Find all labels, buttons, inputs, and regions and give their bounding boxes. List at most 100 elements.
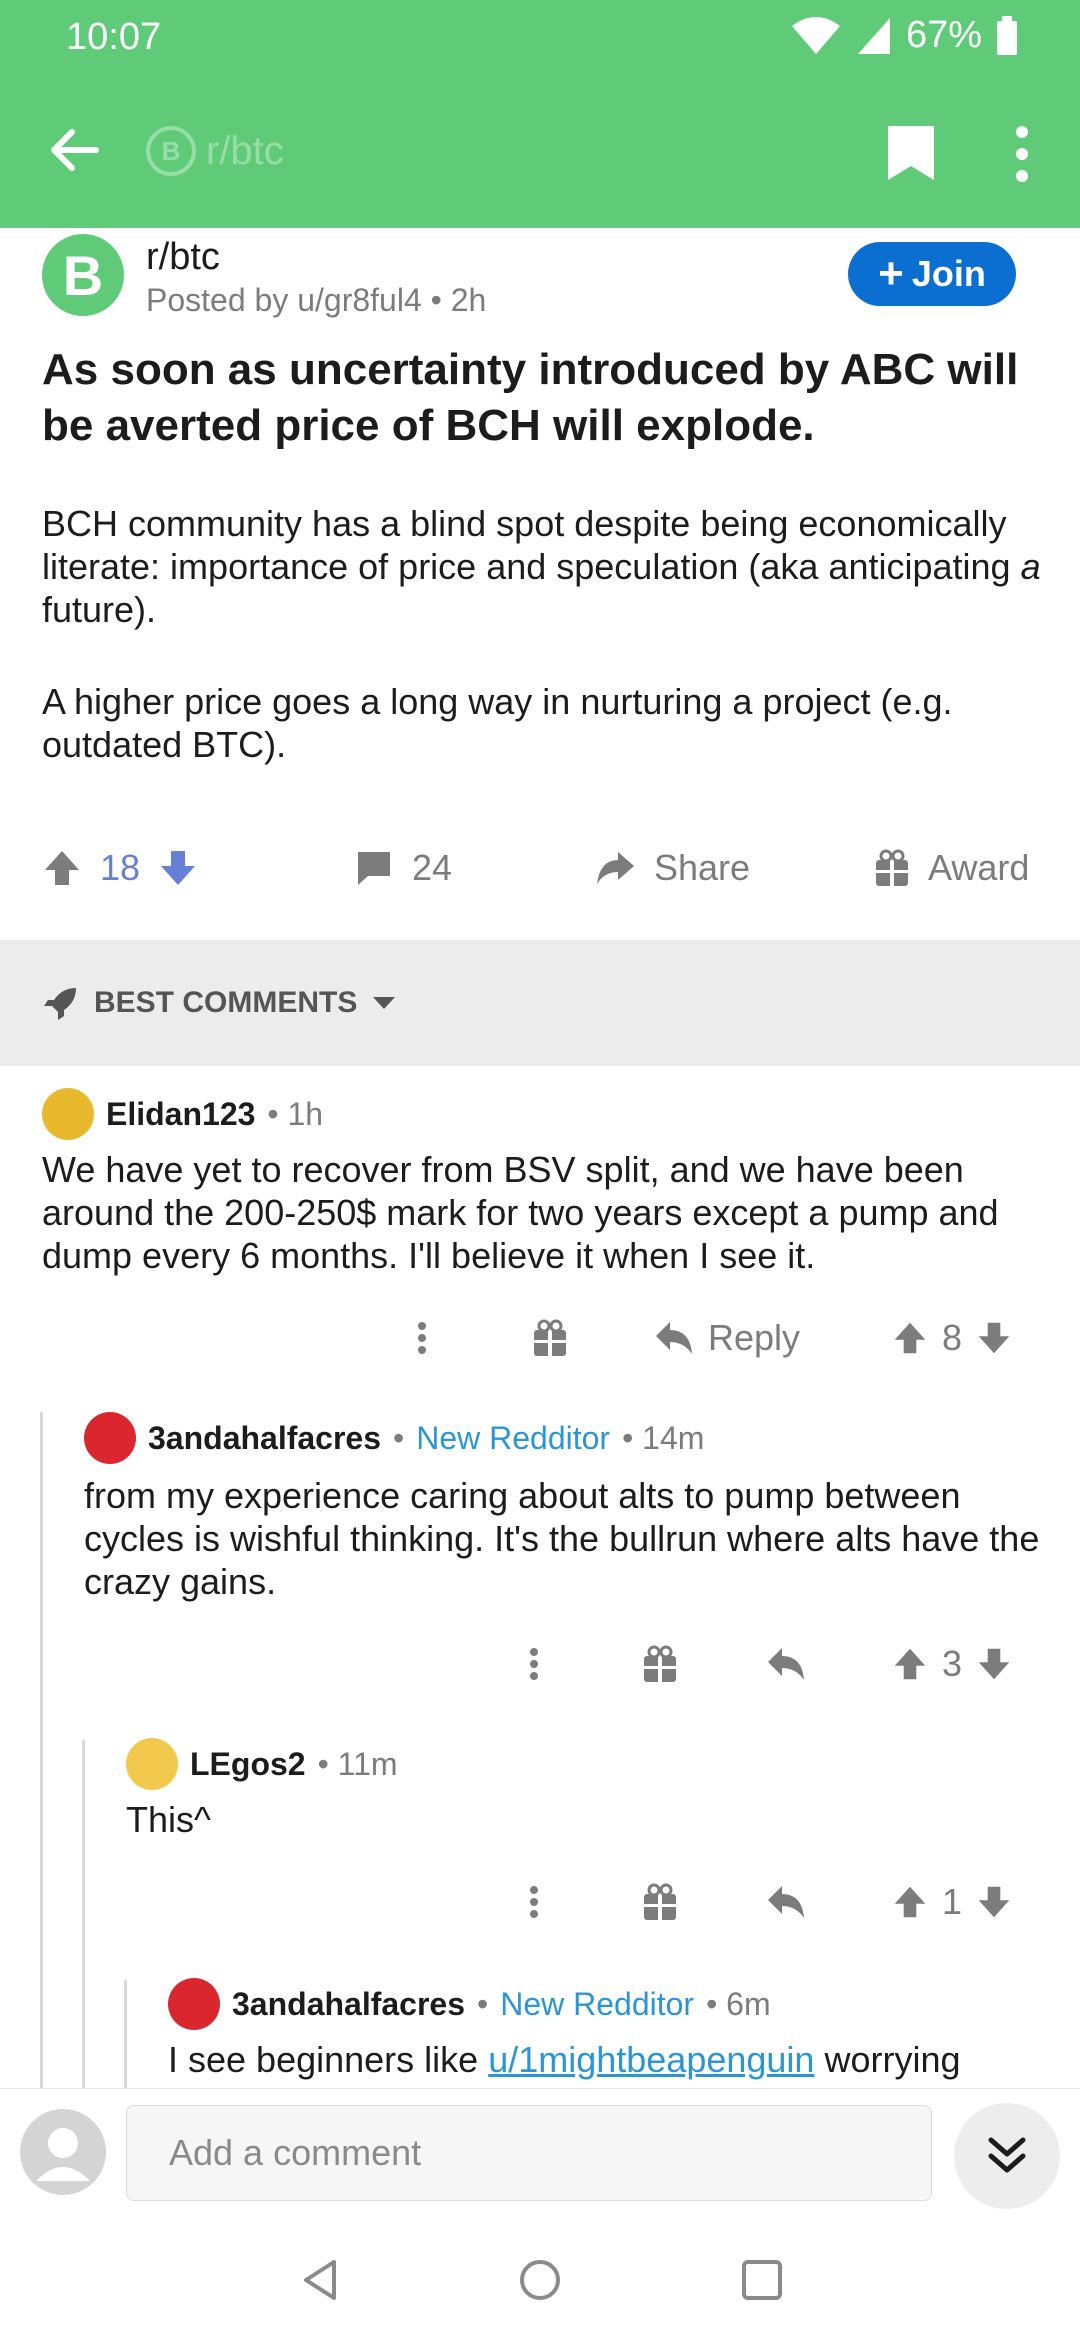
award-label: Award	[928, 847, 1030, 888]
user-avatar[interactable]	[20, 2109, 106, 2195]
avatar[interactable]	[84, 1412, 136, 1464]
subreddit-name[interactable]: r/btc	[146, 236, 220, 279]
appbar-subreddit-name: r/btc	[206, 128, 284, 173]
join-button[interactable]: + Join	[848, 242, 1016, 306]
downvote-icon[interactable]	[158, 848, 198, 888]
comment-vote-group: 8	[892, 1308, 1012, 1368]
post-title: As soon as uncertainty introduced by ABC…	[42, 345, 1019, 450]
bitcoin-icon: B	[146, 126, 196, 176]
comment-vote-group: 3	[892, 1634, 1012, 1694]
upvote-icon[interactable]	[892, 1320, 928, 1356]
comment-author[interactable]: 3andahalfacres	[148, 1420, 381, 1457]
avatar[interactable]	[42, 1088, 94, 1140]
separator-dot: •	[477, 1985, 489, 2022]
avatar[interactable]	[168, 1978, 220, 2030]
downvote-icon[interactable]	[976, 1884, 1012, 1920]
upvote-icon[interactable]	[892, 1646, 928, 1682]
comment-count: 24	[412, 847, 453, 888]
comment-text: This^	[126, 1799, 211, 1840]
comment-bubble-icon	[358, 852, 390, 885]
comment-meta: • 1h	[267, 1095, 324, 1132]
reply-arrow-icon	[656, 1322, 692, 1354]
post-meta[interactable]: Posted by u/gr8ful4 • 2h	[146, 282, 486, 319]
subreddit-avatar[interactable]: B	[42, 234, 124, 316]
gift-icon[interactable]	[642, 1634, 678, 1694]
signal-icon	[857, 17, 890, 54]
rocket-icon	[44, 988, 76, 1020]
wifi-icon	[791, 16, 840, 54]
comment-author[interactable]: 3andahalfacres	[232, 1986, 465, 2023]
user-mention-link[interactable]: u/1mightbeapenguin	[488, 2039, 814, 2080]
avatar[interactable]	[126, 1738, 178, 1790]
upvote-icon[interactable]	[42, 848, 82, 888]
post-paragraph: BCH community has a blind spot despite b…	[42, 503, 1041, 630]
post-actions: 18 24 Share Award	[0, 838, 1080, 898]
battery-icon	[997, 15, 1017, 55]
share-label: Share	[654, 847, 751, 888]
more-options-icon[interactable]	[522, 1872, 546, 1932]
chevron-down-icon	[373, 997, 396, 1009]
thread-line	[40, 1412, 43, 2088]
sort-comments-button[interactable]: BEST COMMENTS	[0, 940, 1080, 1066]
post-vote-group: 18	[42, 838, 198, 898]
gift-icon	[876, 849, 908, 886]
comment-actions: Reply 8	[0, 1308, 1080, 1368]
comment-author[interactable]: Elidan123	[106, 1096, 255, 1133]
post-paragraph: A higher price goes a long way in nurtur…	[42, 681, 953, 765]
user-flair: New Redditor	[500, 1985, 695, 2022]
more-options-icon[interactable]	[522, 1634, 546, 1694]
downvote-icon[interactable]	[976, 1320, 1012, 1356]
status-bar: 10:07 67%	[0, 0, 1080, 80]
sort-label: BEST COMMENTS	[94, 986, 358, 1019]
reply-arrow-icon[interactable]	[766, 1634, 806, 1694]
comment-header: 3andahalfacres • New Redditor • 6m	[168, 1978, 771, 2030]
comment-actions: 1	[0, 1872, 1080, 1932]
comment-actions: 3	[0, 1634, 1080, 1694]
post-vote-count: 18	[100, 847, 141, 888]
comment-meta: • 14m	[622, 1419, 705, 1456]
comment-header: Elidan123 • 1h	[42, 1088, 323, 1140]
status-icons: 67%	[790, 14, 1018, 57]
comments-button[interactable]: 24	[354, 838, 452, 898]
downvote-icon[interactable]	[976, 1646, 1012, 1682]
system-nav-bar	[0, 2218, 1080, 2340]
more-options-icon[interactable]	[410, 1308, 434, 1368]
comment-meta: • 6m	[706, 1985, 771, 2022]
user-icon	[36, 2128, 90, 2181]
share-arrow-icon	[597, 852, 634, 884]
comment-text: We have yet to recover from BSV split, a…	[42, 1149, 999, 1276]
comment-author[interactable]: LEgos2	[190, 1746, 306, 1783]
comment-vote-count: 3	[942, 1643, 963, 1684]
nav-home-icon[interactable]	[518, 2258, 562, 2302]
nav-recents-icon[interactable]	[740, 2258, 784, 2302]
post-body: BCH community has a blind spot despite b…	[42, 502, 1052, 815]
upvote-icon[interactable]	[892, 1884, 928, 1920]
share-button[interactable]: Share	[594, 838, 750, 898]
separator-dot: •	[393, 1419, 405, 1456]
appbar-subreddit: B r/btc	[146, 126, 284, 176]
comment-vote-count: 8	[942, 1317, 963, 1358]
more-options-icon[interactable]	[1010, 124, 1034, 184]
comment-composer: Add a comment	[0, 2088, 1080, 2218]
add-comment-input[interactable]: Add a comment	[126, 2105, 932, 2201]
comment-vote-count: 1	[942, 1881, 963, 1922]
join-label: Join	[911, 253, 986, 294]
double-chevron-down-icon	[988, 2137, 1026, 2173]
comment-vote-group: 1	[892, 1872, 1012, 1932]
scroll-down-button[interactable]	[954, 2103, 1060, 2209]
plus-icon: +	[878, 249, 904, 298]
status-time: 10:07	[66, 16, 162, 58]
gift-icon[interactable]	[532, 1308, 568, 1368]
award-button[interactable]: Award	[874, 838, 1029, 898]
reply-arrow-icon[interactable]	[766, 1872, 806, 1932]
comment-header: LEgos2 • 11m	[126, 1738, 398, 1790]
nav-back-icon[interactable]	[298, 2258, 342, 2302]
comment-text: I see beginners like u/1mightbeapenguin …	[168, 2039, 961, 2080]
reply-label: Reply	[708, 1317, 801, 1358]
back-arrow-icon[interactable]	[44, 120, 104, 180]
comment-meta: • 11m	[317, 1745, 398, 1782]
user-flair: New Redditor	[416, 1419, 611, 1456]
reply-button[interactable]: Reply	[654, 1308, 800, 1368]
gift-icon[interactable]	[642, 1872, 678, 1932]
bookmark-icon[interactable]	[884, 124, 938, 182]
